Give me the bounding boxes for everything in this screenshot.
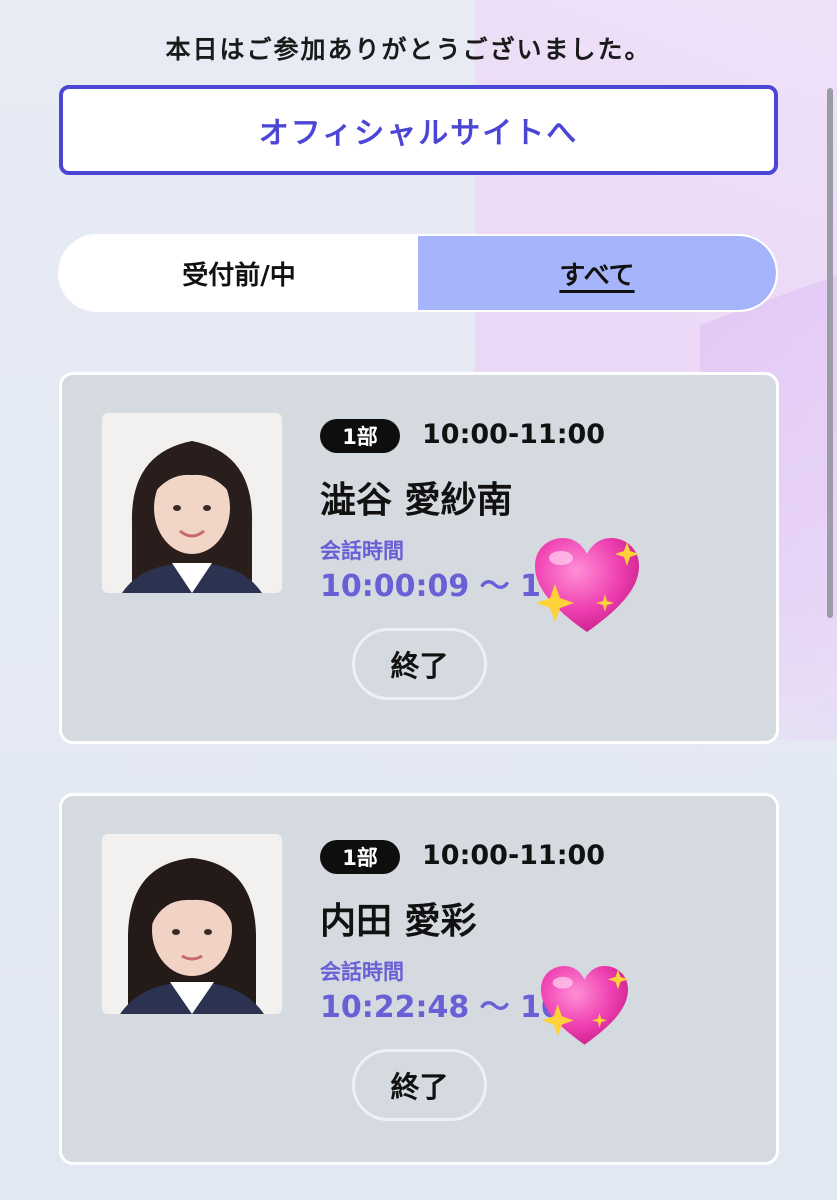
part-badge: 1部 <box>320 840 400 874</box>
sparkling-heart-icon <box>541 966 628 1045</box>
thanks-message: 本日はご参加ありがとうございました。 <box>165 35 652 64</box>
session-time-range: 10:00-11:00 <box>422 419 606 450</box>
tab-label: 受付前/中 <box>182 260 296 291</box>
scrollbar[interactable] <box>827 88 833 618</box>
member-photo <box>102 413 282 593</box>
official-site-button[interactable]: オフィシャルサイトへ <box>59 85 778 175</box>
page: 本日はご参加ありがとうございました。 オフィシャルサイトへ 受付前/中 すべて … <box>0 0 837 1200</box>
session-card: 1部 10:00-11:00 澁谷 愛紗南 会話時間 10:00:09 ～ 10… <box>59 372 779 744</box>
member-name: 内田 愛彩 <box>320 901 477 942</box>
end-button[interactable]: 終了 <box>352 1049 487 1121</box>
filter-tabs: 受付前/中 すべて <box>58 234 778 312</box>
tab-before-or-during[interactable]: 受付前/中 <box>60 236 418 310</box>
member-name: 澁谷 愛紗南 <box>320 480 513 521</box>
tab-all[interactable]: すべて <box>418 236 776 310</box>
end-button[interactable]: 終了 <box>352 628 487 700</box>
member-photo <box>102 834 282 1014</box>
session-time-range: 10:00-11:00 <box>422 840 606 871</box>
tab-label: すべて <box>559 260 635 291</box>
session-card: 1部 10:00-11:00 内田 愛彩 会話時間 10:22:48 ～ 10:… <box>59 793 779 1165</box>
sparkling-heart-icon <box>535 538 639 632</box>
part-badge: 1部 <box>320 419 400 453</box>
talk-time-value: 10:00:09 ～ 10 <box>320 569 562 604</box>
